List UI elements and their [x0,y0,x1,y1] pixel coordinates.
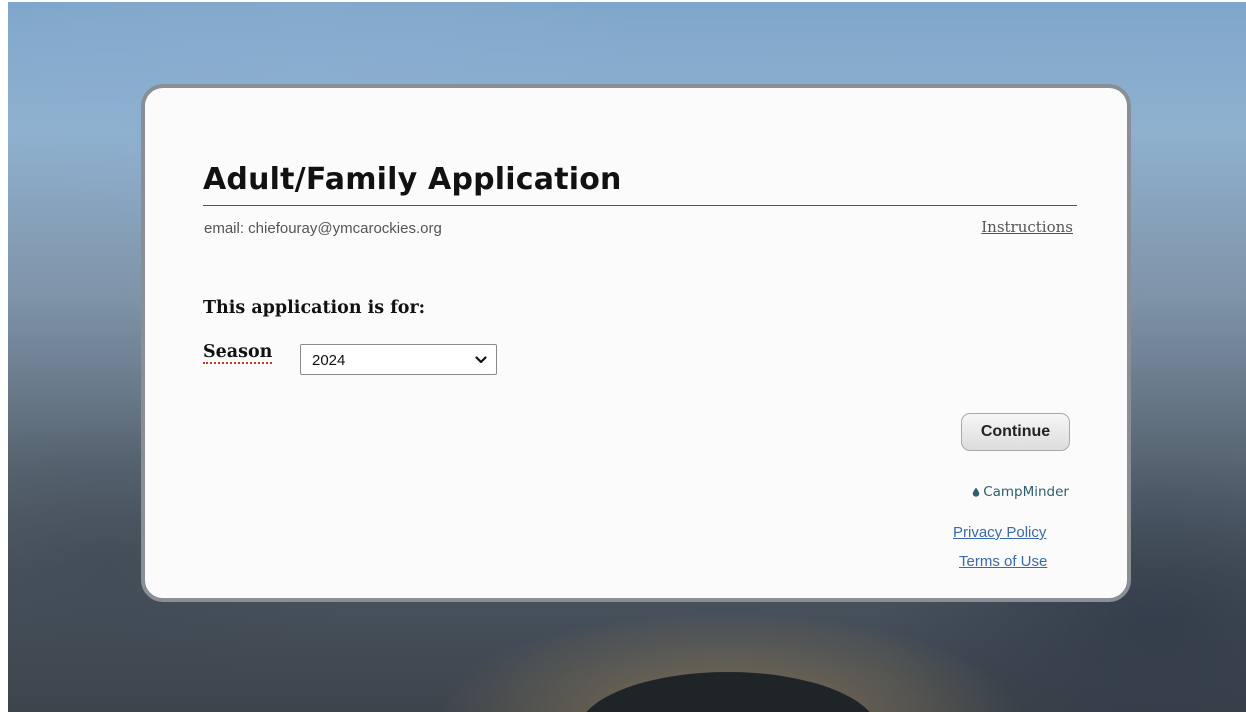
season-label: Season [203,342,273,364]
terms-of-use-link[interactable]: Terms of Use [959,553,1047,570]
privacy-policy-link[interactable]: Privacy Policy [953,524,1046,541]
application-card: Adult/Family Application email: chiefour… [141,84,1131,602]
instructions-link[interactable]: Instructions [981,218,1073,236]
campminder-logo[interactable]: CampMinder [945,484,1069,500]
season-select[interactable]: 2024 [300,344,497,375]
season-selected-value: 2024 [312,352,346,369]
chevron-down-icon [475,356,487,364]
application-for-heading: This application is for: [203,298,426,318]
page-title: Adult/Family Application [203,162,622,197]
brand-name: CampMinder [983,484,1069,500]
continue-button[interactable]: Continue [961,413,1070,451]
campminder-drop-icon [972,487,980,497]
title-divider [203,205,1077,206]
mountain-silhouette [578,672,878,712]
account-email: email: chiefouray@ymcarockies.org [204,220,442,237]
